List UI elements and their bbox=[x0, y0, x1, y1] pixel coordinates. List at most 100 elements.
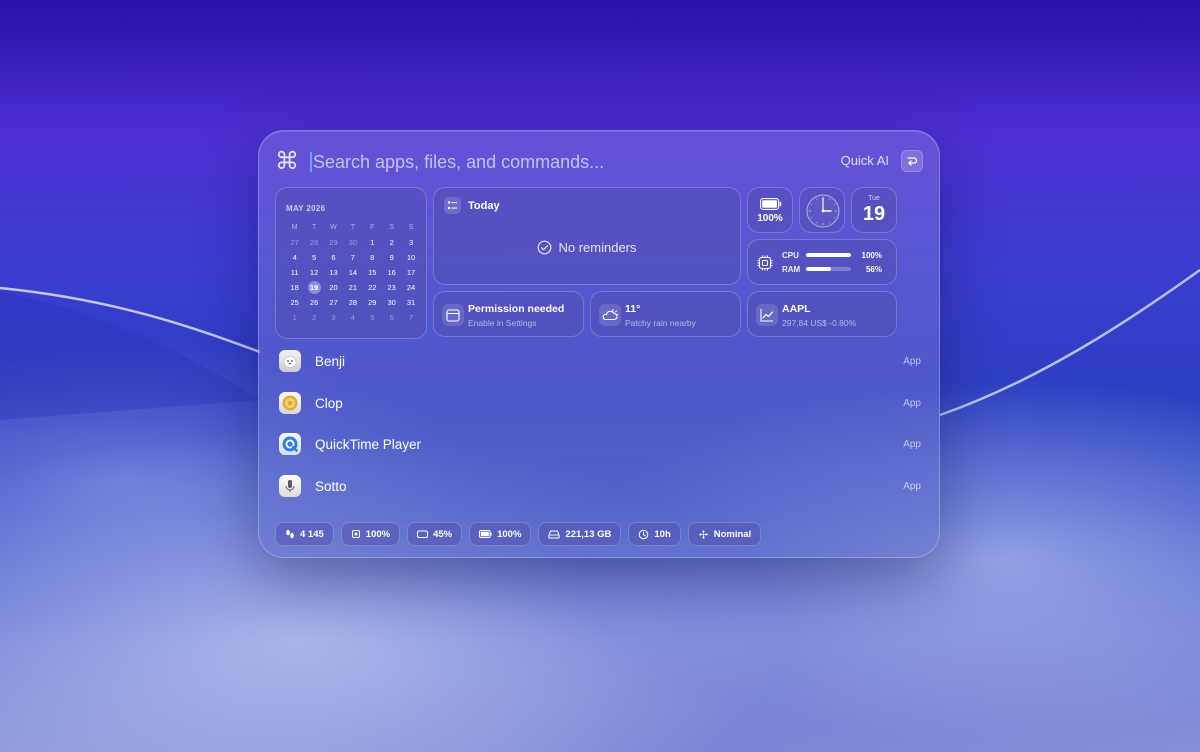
calendar-day[interactable]: 29 bbox=[363, 295, 382, 310]
calendar-day[interactable]: 17 bbox=[401, 265, 420, 280]
quick-ai-button[interactable] bbox=[901, 150, 923, 172]
date-day: 19 bbox=[862, 203, 886, 225]
calendar-day-number: 15 bbox=[368, 268, 377, 277]
stock-symbol: AAPL bbox=[782, 303, 811, 315]
calendar-day-number: 6 bbox=[331, 253, 336, 262]
calendar-day-number: 20 bbox=[329, 283, 338, 292]
calendar-day[interactable]: 22 bbox=[363, 280, 382, 295]
fan-icon bbox=[699, 529, 708, 539]
calendar-weekday-row: MTWTFSS bbox=[285, 220, 421, 235]
calendar-day[interactable]: 9 bbox=[382, 250, 401, 265]
permission-widget[interactable]: Permission needed Enable in Settings bbox=[433, 291, 584, 337]
calendar-day[interactable]: 23 bbox=[382, 280, 401, 295]
calendar-day-number: 4 bbox=[350, 313, 355, 322]
calendar-day-number: 17 bbox=[406, 268, 416, 277]
system-usage-widget[interactable]: CPU 100% RAM 56% bbox=[747, 239, 897, 285]
calendar-day-number: 11 bbox=[290, 268, 299, 277]
clop-app-icon bbox=[279, 391, 301, 414]
memory-icon bbox=[417, 530, 429, 538]
calendar-day[interactable]: 16 bbox=[382, 265, 401, 280]
quick-ai-label[interactable]: Quick AI bbox=[841, 153, 889, 168]
calendar-day[interactable]: 15 bbox=[363, 265, 382, 280]
calendar-day[interactable]: 30 bbox=[382, 295, 401, 310]
status-bar: 4 145 100% 45% 100% 221,13 GB 10h Nomina… bbox=[275, 522, 762, 546]
cpu-pill[interactable]: 100% bbox=[340, 522, 401, 546]
calendar-day-number: 6 bbox=[389, 313, 394, 322]
calendar-widget[interactable]: MAY 2026 M T W T F S S 27 28 29 30 1 2 3 4 5 6 7 8 9 10 11 12 1… bbox=[275, 187, 427, 339]
calendar-day[interactable]: 28 bbox=[343, 295, 362, 310]
calendar-day-today[interactable]: 19 bbox=[304, 280, 323, 295]
thermal-pill-value: Nominal bbox=[713, 528, 752, 540]
calendar-day[interactable]: 1 bbox=[363, 235, 382, 250]
stock-widget[interactable]: AAPL 297,84 US$ -0.80% bbox=[747, 291, 897, 337]
calendar-day[interactable]: 27 bbox=[285, 235, 304, 250]
calendar-day[interactable]: 18 bbox=[285, 280, 304, 295]
calendar-day[interactable]: 29 bbox=[324, 235, 343, 250]
calendar-day[interactable]: 2 bbox=[382, 235, 401, 250]
weather-condition: Patchy rain nearby bbox=[625, 318, 696, 328]
date-weekday: Tue bbox=[868, 195, 880, 202]
calendar-day[interactable]: 27 bbox=[324, 295, 343, 310]
calendar-day[interactable]: 6 bbox=[324, 250, 343, 265]
calendar-day-number: 5 bbox=[370, 313, 375, 322]
sotto-app-icon bbox=[279, 474, 301, 497]
search-input[interactable] bbox=[313, 149, 793, 175]
calendar-day[interactable]: 31 bbox=[401, 295, 420, 310]
result-row-clop[interactable]: Clop App bbox=[275, 385, 923, 427]
app-kind: App bbox=[903, 480, 921, 492]
calendar-day-number: 5 bbox=[312, 253, 317, 262]
calendar-day[interactable]: 2 bbox=[304, 310, 323, 325]
cloud-sun-icon bbox=[599, 304, 621, 326]
calendar-day-number: 21 bbox=[348, 283, 358, 292]
calendar-day[interactable]: 6 bbox=[382, 310, 401, 325]
calendar-day[interactable]: 12 bbox=[304, 265, 323, 280]
calendar-day[interactable]: 5 bbox=[363, 310, 382, 325]
calendar-day-number: 9 bbox=[389, 253, 394, 262]
reminders-widget[interactable]: Today No reminders bbox=[433, 187, 741, 285]
result-row-quicktime-player[interactable]: QuickTime Player App bbox=[275, 426, 923, 468]
cpu-pill-value: 100% bbox=[365, 528, 391, 540]
thermal-pill[interactable]: Nominal bbox=[687, 522, 762, 546]
calendar-day[interactable]: 10 bbox=[401, 250, 420, 265]
calendar-day[interactable]: 21 bbox=[343, 280, 362, 295]
result-row-benji[interactable]: Benji App bbox=[275, 343, 923, 385]
cpu-chip-icon bbox=[351, 530, 360, 538]
calendar-day[interactable]: 28 bbox=[304, 235, 323, 250]
calendar-day[interactable]: 20 bbox=[324, 280, 343, 295]
battery-small-icon bbox=[479, 530, 492, 538]
weather-widget[interactable]: 11° Patchy rain nearby bbox=[590, 291, 741, 337]
uptime-pill[interactable]: 10h bbox=[628, 522, 681, 546]
calendar-day[interactable]: 7 bbox=[343, 250, 362, 265]
calendar-day[interactable]: 7 bbox=[401, 310, 420, 325]
calendar-day[interactable]: 26 bbox=[304, 295, 323, 310]
calendar-day[interactable]: 11 bbox=[285, 265, 304, 280]
steps-pill[interactable]: 4 145 bbox=[275, 522, 334, 546]
disk-pill[interactable]: 221,13 GB bbox=[538, 522, 622, 546]
calendar-day-number: 2 bbox=[312, 313, 317, 322]
battery-pill[interactable]: 100% bbox=[469, 522, 532, 546]
analog-clock-icon bbox=[806, 194, 840, 228]
calendar-day[interactable]: 24 bbox=[401, 280, 420, 295]
calendar-day[interactable]: 5 bbox=[304, 250, 323, 265]
calendar-day[interactable]: 25 bbox=[285, 295, 304, 310]
battery-widget[interactable]: 100% bbox=[747, 187, 793, 233]
calendar-day[interactable]: 3 bbox=[324, 310, 343, 325]
clock-widget[interactable] bbox=[799, 187, 845, 233]
date-widget[interactable]: Tue 19 bbox=[851, 187, 897, 233]
calendar-weekday: T bbox=[311, 224, 317, 231]
return-arrow-icon bbox=[907, 157, 918, 166]
calendar-week-row: 11 12 13 14 15 16 17 bbox=[285, 265, 421, 280]
calendar-day[interactable]: 14 bbox=[343, 265, 362, 280]
calendar-day[interactable]: 13 bbox=[324, 265, 343, 280]
calendar-day[interactable]: 4 bbox=[285, 250, 304, 265]
calendar-day[interactable]: 30 bbox=[343, 235, 362, 250]
calendar-day[interactable]: 4 bbox=[343, 310, 362, 325]
calendar-day[interactable]: 8 bbox=[363, 250, 382, 265]
result-row-sotto[interactable]: Sotto App bbox=[275, 468, 923, 510]
uptime-pill-value: 10h bbox=[654, 528, 671, 540]
app-name: Clop bbox=[315, 395, 343, 411]
checklist-icon bbox=[444, 197, 461, 214]
calendar-day[interactable]: 1 bbox=[285, 310, 304, 325]
calendar-day[interactable]: 3 bbox=[401, 235, 420, 250]
memory-pill[interactable]: 45% bbox=[407, 522, 463, 546]
